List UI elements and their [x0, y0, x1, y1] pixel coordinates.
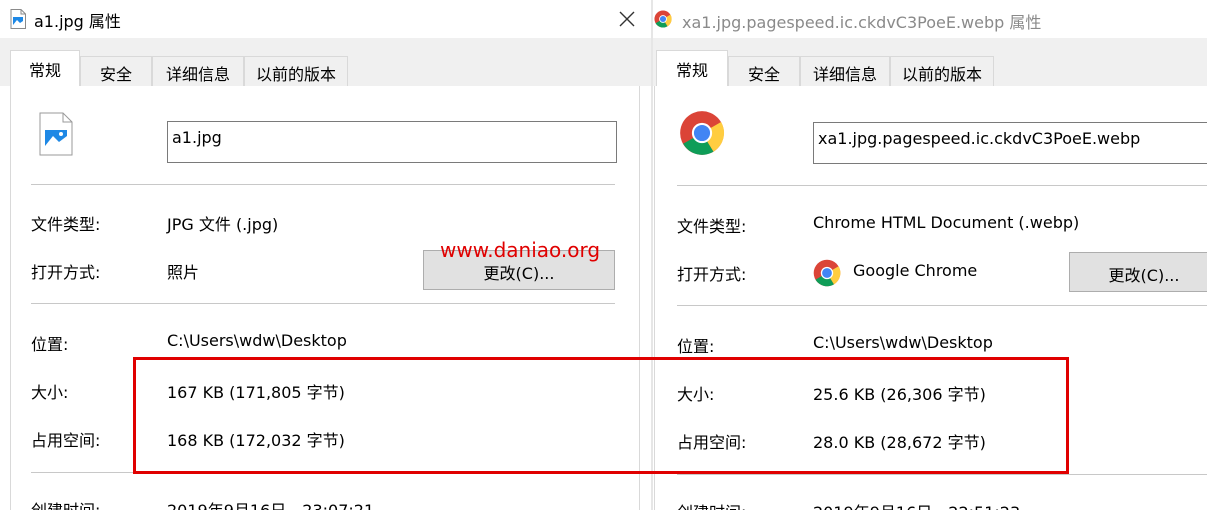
chrome-icon [813, 259, 841, 287]
separator [677, 305, 1207, 306]
general-panel: xa1.jpg.pagespeed.ic.ckdvC3PoeE.webp 文件类… [654, 86, 1207, 510]
change-button[interactable]: 更改(C)... [1069, 252, 1207, 292]
tab-previous-versions[interactable]: 以前的版本 [890, 56, 994, 86]
size-label: 大小: [677, 385, 715, 404]
separator [31, 472, 615, 473]
disk-size-label: 占用空间: [31, 431, 101, 450]
tab-details[interactable]: 详细信息 [152, 56, 244, 86]
window-title: a1.jpg 属性 [34, 12, 121, 31]
location-label: 位置: [677, 337, 715, 356]
disk-size-label: 占用空间: [677, 433, 747, 452]
general-panel: a1.jpg 文件类型: JPG 文件 (.jpg) 打开方式: 照片 更改(C… [10, 86, 640, 510]
created-value: 2019年9月16日，23:07:21 [167, 497, 374, 510]
separator [677, 185, 1207, 186]
open-with-value: Google Chrome [853, 261, 978, 280]
window-divider [651, 0, 653, 510]
tab-general[interactable]: 常规 [10, 50, 80, 86]
filename-field[interactable]: a1.jpg [167, 121, 617, 163]
title-bar: xa1.jpg.pagespeed.ic.ckdvC3PoeE.webp 属性 [652, 0, 1207, 38]
file-type-value: Chrome HTML Document (.webp) [813, 213, 1080, 232]
chrome-icon [680, 111, 725, 155]
close-icon[interactable] [612, 4, 642, 34]
size-label: 大小: [31, 383, 69, 402]
tab-security[interactable]: 安全 [728, 56, 800, 86]
image-file-icon [39, 112, 73, 156]
tab-strip: 常规 安全 详细信息 以前的版本 [652, 38, 1207, 86]
created-value: 2019年9月16日，22:51:23 [813, 499, 1020, 510]
chrome-icon [654, 10, 672, 28]
separator [31, 303, 615, 304]
location-value: C:\Users\wdw\Desktop [167, 331, 347, 350]
location-label: 位置: [31, 335, 69, 354]
file-type-value: JPG 文件 (.jpg) [167, 215, 279, 234]
file-type-label: 文件类型: [31, 215, 101, 234]
separator [31, 184, 615, 185]
created-label: 创建时间: [31, 497, 100, 510]
tab-strip: 常规 安全 详细信息 以前的版本 [0, 38, 652, 86]
window-title: xa1.jpg.pagespeed.ic.ckdvC3PoeE.webp 属性 [682, 13, 1042, 32]
tab-security[interactable]: 安全 [80, 56, 152, 86]
separator [677, 474, 1207, 475]
title-bar: a1.jpg 属性 [0, 0, 652, 38]
disk-size-value: 28.0 KB (28,672 字节) [813, 433, 986, 452]
tab-details[interactable]: 详细信息 [800, 56, 890, 86]
tab-general[interactable]: 常规 [656, 50, 728, 86]
open-with-label: 打开方式: [677, 265, 747, 284]
file-type-label: 文件类型: [677, 217, 747, 236]
image-file-icon [10, 9, 26, 29]
size-value: 167 KB (171,805 字节) [167, 383, 345, 402]
size-value: 25.6 KB (26,306 字节) [813, 385, 986, 404]
tab-previous-versions[interactable]: 以前的版本 [244, 56, 348, 86]
location-value: C:\Users\wdw\Desktop [813, 333, 993, 352]
filename-field[interactable]: xa1.jpg.pagespeed.ic.ckdvC3PoeE.webp [813, 122, 1207, 164]
watermark-text: www.daniao.org [440, 238, 601, 262]
properties-dialog-webp: xa1.jpg.pagespeed.ic.ckdvC3PoeE.webp 属性 … [652, 0, 1207, 510]
created-label: 创建时间: [677, 499, 746, 510]
open-with-value: 照片 [167, 263, 200, 282]
open-with-label: 打开方式: [31, 263, 101, 282]
disk-size-value: 168 KB (172,032 字节) [167, 431, 345, 450]
